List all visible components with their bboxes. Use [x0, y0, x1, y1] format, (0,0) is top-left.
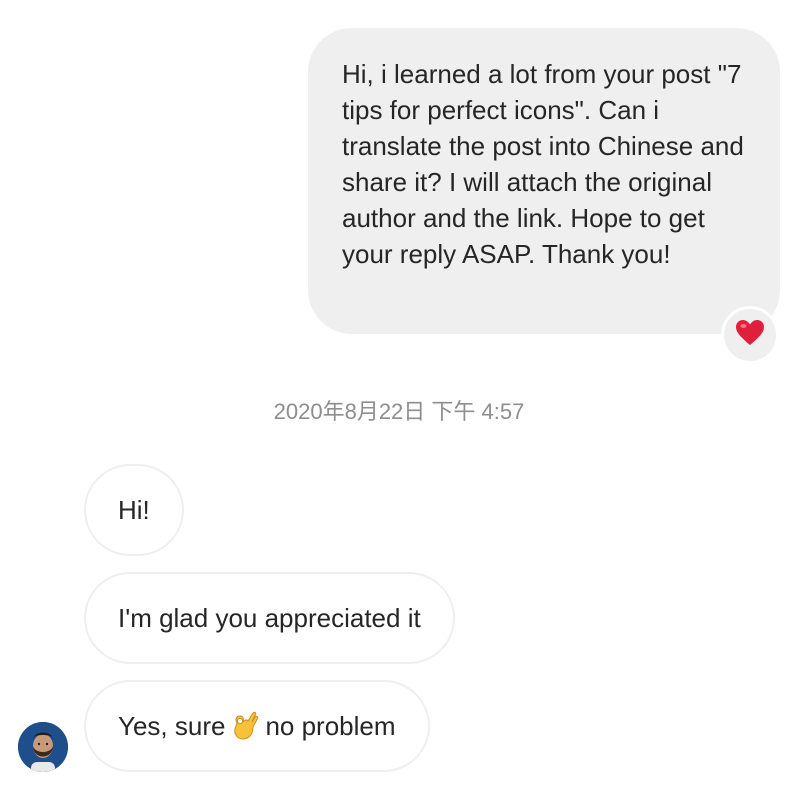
received-message-text-before: Yes, sure: [118, 710, 226, 741]
avatar[interactable]: [18, 722, 68, 772]
ok-hand-icon: [231, 711, 259, 741]
sent-message-text: Hi, i learned a lot from your post "7 ti…: [342, 59, 744, 269]
received-message-bubble[interactable]: I'm glad you appreciated it: [84, 572, 455, 664]
received-message-bubble[interactable]: Hi!: [84, 464, 184, 556]
heart-reaction[interactable]: [721, 306, 779, 364]
received-message-text: Hi!: [118, 494, 150, 525]
sent-message-bubble[interactable]: Hi, i learned a lot from your post "7 ti…: [308, 28, 780, 334]
heart-icon: [736, 319, 764, 351]
message-timestamp: 2020年8月22日 下午 4:57: [273, 399, 525, 424]
received-message-bubble[interactable]: Yes, sure no problem: [84, 680, 430, 772]
message-thread: Hi, i learned a lot from your post "7 ti…: [0, 0, 798, 794]
received-message-text-after: no problem: [265, 710, 396, 741]
received-message-text: I'm glad you appreciated it: [118, 602, 421, 633]
